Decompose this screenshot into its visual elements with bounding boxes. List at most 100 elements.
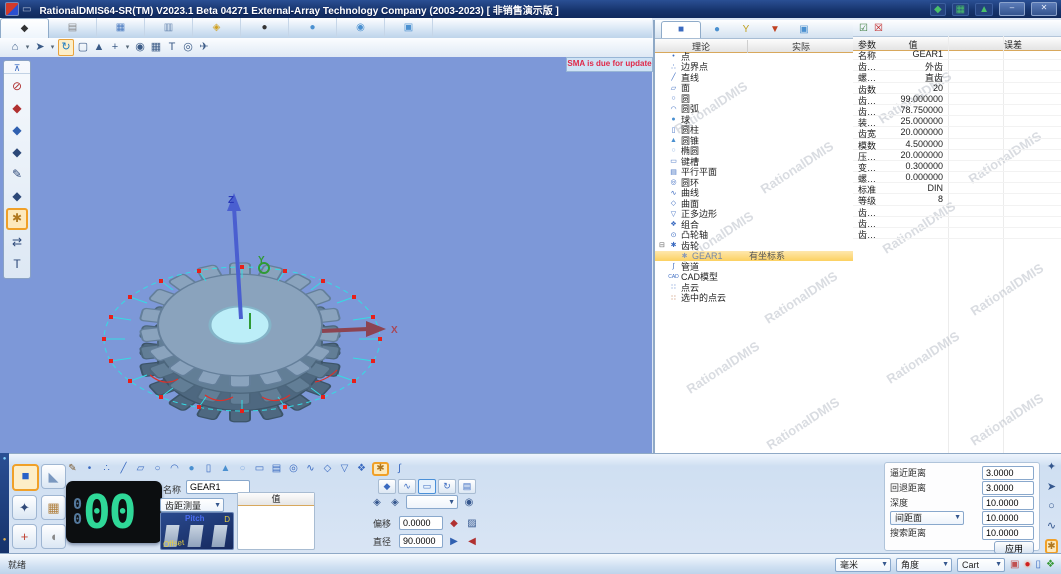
coord-system-select[interactable]: Cart▼ — [957, 558, 1005, 572]
tab-tolerance[interactable]: ● — [704, 22, 730, 38]
param-row[interactable]: 压…20.000000 — [853, 150, 1061, 161]
diameter-outer-icon[interactable]: ◀ — [465, 535, 479, 548]
probe-select[interactable]: ▼ — [406, 495, 458, 509]
parallel-planes-icon[interactable]: ▤ — [270, 462, 283, 476]
tab-report[interactable]: ▣ — [791, 22, 817, 38]
visibility-icon[interactable]: ◉ — [133, 40, 147, 55]
axis-dropdown[interactable]: ▾ — [124, 40, 131, 55]
boundary-point-icon[interactable]: ∴ — [100, 462, 113, 476]
torus-icon[interactable]: ◎ — [287, 462, 300, 476]
measure-type-select[interactable]: 齿距测量▼ — [160, 498, 224, 512]
probe-add-blue-icon[interactable]: ◆ — [7, 120, 27, 140]
fixture-button[interactable]: ◣ — [41, 464, 66, 489]
option-tab-scan[interactable]: ∿ — [398, 479, 416, 494]
scan-tool-icon[interactable]: ∿ — [1047, 519, 1056, 532]
param-row[interactable]: 齿宽20.000000 — [853, 127, 1061, 138]
tab-probe[interactable]: ● — [241, 18, 289, 37]
plane-icon[interactable]: ▱ — [134, 462, 147, 476]
part-button[interactable]: ◖ — [41, 524, 66, 549]
param-row[interactable]: 齿… — [853, 206, 1061, 217]
gap-type-select[interactable]: 间距面▼ — [890, 511, 964, 525]
param-row[interactable]: 变…0.300000 — [853, 161, 1061, 172]
probe-disable-icon[interactable]: ⊘ — [7, 76, 27, 96]
box-select-icon[interactable]: ▢ — [76, 40, 90, 55]
joystick-status-icon[interactable]: ◆ — [930, 3, 946, 16]
value-list-header[interactable]: 值 — [238, 493, 314, 506]
probe-t-icon[interactable]: ◈ — [370, 496, 384, 509]
probe-data-icon[interactable]: T — [7, 254, 27, 274]
angle-unit-select[interactable]: 角度▼ — [896, 558, 952, 572]
param-row[interactable]: 齿… — [853, 228, 1061, 239]
collapse-icon[interactable]: ⊟ — [659, 241, 665, 249]
probe-button[interactable]: ✦ — [12, 495, 37, 520]
param-row[interactable]: 齿…外齿 — [853, 60, 1061, 71]
tree-item-selected-point-cloud[interactable]: ∷选中的点云 — [655, 293, 854, 304]
tab-filter-y[interactable]: Y — [733, 22, 759, 38]
touch-tool-icon[interactable]: ➤ — [1047, 480, 1056, 493]
refresh-probe-icon[interactable]: ◉ — [462, 496, 476, 509]
option-tab-report[interactable]: ▤ — [458, 479, 476, 494]
line-icon[interactable]: ╱ — [117, 462, 130, 476]
probe-y-icon[interactable]: ◈ — [388, 496, 402, 509]
tab-machine[interactable]: ◆ — [0, 18, 49, 38]
tab-filter[interactable]: ▼ — [762, 22, 788, 38]
close-button[interactable]: ✕ — [1031, 2, 1057, 16]
emergency-icon[interactable]: ● — [1024, 559, 1030, 570]
view-3d-icon[interactable]: ▲ — [92, 40, 106, 55]
tab-output[interactable]: ▥ — [145, 18, 193, 37]
gap-input[interactable] — [982, 511, 1034, 525]
param-row[interactable]: 名称GEAR1 — [853, 49, 1061, 60]
option-tab-rotate[interactable]: ↻ — [438, 479, 456, 494]
point-icon[interactable]: • — [83, 462, 96, 476]
offset-input[interactable] — [399, 516, 443, 530]
sphere-icon[interactable]: ● — [185, 462, 198, 476]
dock-bottom-icon[interactable]: ● — [0, 537, 9, 543]
machine-status-icon[interactable]: ▲ — [975, 3, 993, 16]
axis-icon[interactable]: + — [108, 40, 122, 55]
tab-table[interactable]: ▦ — [97, 18, 145, 37]
surface-icon[interactable]: ◇ — [321, 462, 334, 476]
cursor-dropdown[interactable]: ▾ — [49, 40, 56, 55]
option-tab-probe[interactable]: ◆ — [378, 479, 396, 494]
fly-mode-icon[interactable]: ✈ — [197, 40, 211, 55]
param-row[interactable]: 齿…78.750000 — [853, 105, 1061, 116]
pin-icon[interactable]: ⊼ — [4, 63, 30, 74]
tab-cad[interactable]: ◈ — [193, 18, 241, 37]
dock-top-icon[interactable]: ● — [0, 456, 9, 462]
option-tab-path[interactable]: ▭ — [418, 479, 436, 494]
probe-tool-icon[interactable]: ✦ — [1047, 460, 1056, 473]
rotate-view-icon[interactable]: ↻ — [58, 39, 74, 56]
curve-icon[interactable]: ∿ — [304, 462, 317, 476]
diameter-input[interactable] — [399, 534, 443, 548]
param-row[interactable]: 齿…99.000000 — [853, 94, 1061, 105]
gear-icon[interactable]: ✱ — [372, 462, 389, 476]
param-row[interactable]: 模数4.500000 — [853, 139, 1061, 150]
grid-status-icon[interactable]: ▦ — [952, 3, 969, 16]
close-panel-icon[interactable]: ☒ — [874, 23, 883, 34]
approach-input[interactable] — [982, 466, 1034, 480]
probe-compensate-icon[interactable]: ✎ — [66, 462, 79, 476]
ellipse-icon[interactable]: ○ — [236, 462, 249, 476]
circle-icon[interactable]: ○ — [151, 462, 164, 476]
length-unit-select[interactable]: 毫米▼ — [835, 558, 891, 572]
probe-edit-icon[interactable]: ✎ — [7, 164, 27, 184]
cone-icon[interactable]: ▲ — [219, 462, 232, 476]
record-icon[interactable]: ◎ — [181, 40, 195, 55]
pipe-icon[interactable]: ∫ — [393, 462, 406, 476]
minimize-button[interactable]: – — [999, 2, 1025, 16]
param-row[interactable]: 齿… — [853, 217, 1061, 228]
search-input[interactable] — [982, 526, 1034, 540]
machine-io-icon[interactable]: ▯ — [1036, 559, 1042, 570]
remote-icon[interactable]: ❖ — [1046, 559, 1055, 570]
confirm-check-icon[interactable]: ☑ — [859, 23, 868, 34]
tab-view[interactable]: ◉ — [337, 18, 385, 37]
offset-edit-icon[interactable]: ▨ — [465, 517, 479, 530]
param-row[interactable]: 齿数20 — [853, 83, 1061, 94]
tab-measure[interactable]: ● — [289, 18, 337, 37]
select-cursor-icon[interactable]: ➤ — [33, 40, 47, 55]
joystick-icon[interactable]: ▣ — [1010, 559, 1019, 570]
offset-pick-icon[interactable]: ◆ — [447, 517, 461, 530]
tab-program[interactable]: ▤ — [49, 18, 97, 37]
probe-build-icon[interactable]: ✱ — [6, 208, 28, 230]
param-row[interactable]: 标准DIN — [853, 183, 1061, 194]
